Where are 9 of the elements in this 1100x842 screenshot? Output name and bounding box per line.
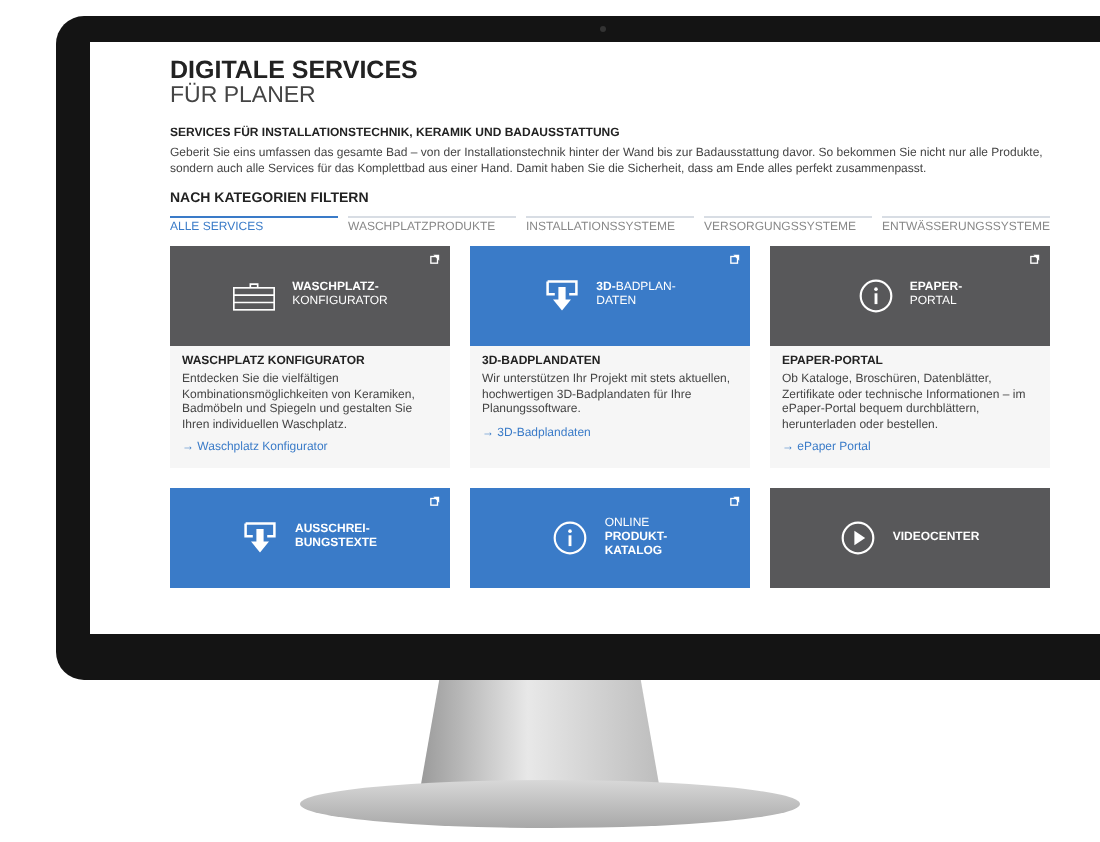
download-icon — [242, 520, 279, 556]
page-title: DIGITALE SERVICES — [170, 58, 420, 84]
page-subtitle: FÜR PLANER — [170, 84, 318, 110]
info-icon — [552, 520, 589, 556]
download-icon — [544, 278, 581, 314]
info-icon — [857, 278, 894, 314]
play-icon — [840, 520, 877, 556]
cabinet-icon — [232, 281, 277, 311]
service-card[interactable] — [170, 246, 450, 468]
